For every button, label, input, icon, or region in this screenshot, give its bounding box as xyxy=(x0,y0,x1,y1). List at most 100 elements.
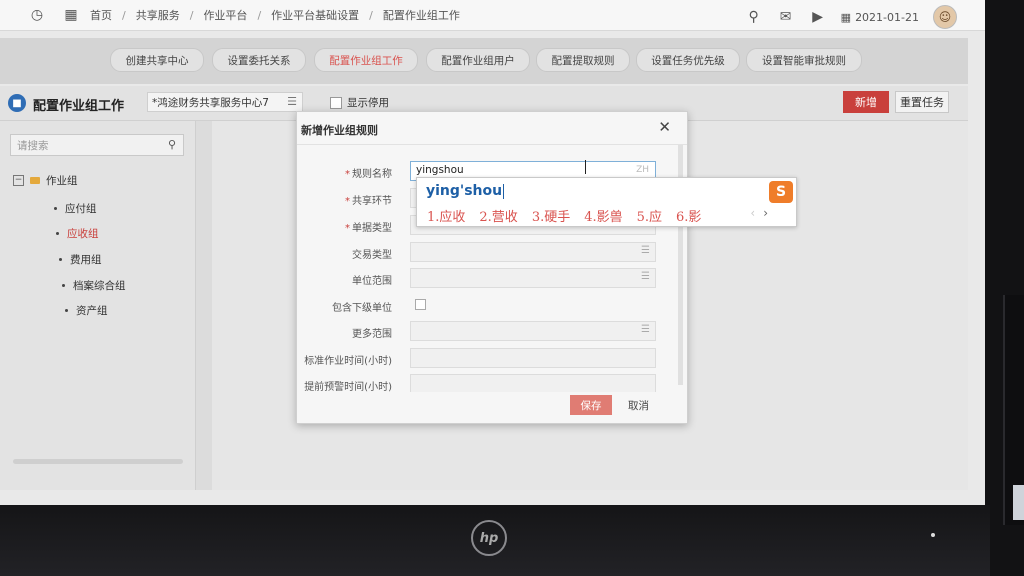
sidebar-search-input[interactable]: 请搜索 ⚲ xyxy=(10,134,184,156)
sidebar: 请搜索 ⚲ − 作业组 应付组 应收组 费用组 档案综合组 资产组 xyxy=(0,121,196,490)
page-icon: ■ xyxy=(8,94,26,112)
include-sub-checkbox[interactable] xyxy=(415,299,426,310)
tab-configure-work[interactable]: 配置作业组工作 xyxy=(314,48,418,72)
breadcrumb-current: 配置作业组工作 xyxy=(382,9,460,22)
tree-item[interactable]: 档案综合组 xyxy=(62,278,126,293)
play-icon[interactable]: ▶ xyxy=(809,8,827,26)
ime-prev-icon[interactable]: ‹ xyxy=(750,206,755,220)
form-row-more-range: 更多范围 ☰ xyxy=(297,321,677,343)
message-icon[interactable]: ✉ xyxy=(777,8,795,26)
dialog-footer: 保存 取消 xyxy=(297,392,687,422)
second-monitor xyxy=(1003,295,1024,525)
tree-item[interactable]: 资产组 xyxy=(65,303,108,318)
new-button[interactable]: 新增 xyxy=(843,91,889,113)
close-icon[interactable]: ✕ xyxy=(658,118,671,136)
text-cursor xyxy=(585,160,586,174)
new-rule-dialog: 新增作业组规则 ✕ *规则名称 yingshou ZH *共享环节 ☰ *单据类… xyxy=(296,111,688,424)
org-range-select[interactable]: ☰ xyxy=(410,268,656,288)
tab-delegation[interactable]: 设置委托关系 xyxy=(212,48,306,72)
folder-icon xyxy=(30,177,40,184)
form-row-include-sub: 包含下级单位 xyxy=(297,295,677,317)
app-grid-icon[interactable]: ▦ xyxy=(62,6,80,24)
search-icon[interactable]: ⚲ xyxy=(168,138,176,151)
collapse-icon[interactable]: − xyxy=(13,175,24,186)
form-row-org-range: 单位范围 ☰ xyxy=(297,268,677,290)
ime-page-nav: ‹ › xyxy=(750,206,768,220)
center-select-value: *鸿途财务共享服务中心7 xyxy=(152,97,269,109)
warning-time-input[interactable] xyxy=(410,374,656,392)
list-icon[interactable]: ☰ xyxy=(641,245,650,256)
ime-composition: ying'shou xyxy=(426,183,505,199)
date-display: ▦ 2021-01-21 xyxy=(841,11,919,24)
ime-candidate[interactable]: 5.应 xyxy=(637,206,662,225)
show-disabled-toggle[interactable]: 显示停用 xyxy=(330,95,389,110)
form-label-text: 单据类型 xyxy=(352,223,392,234)
dialog-header: 新增作业组规则 ✕ xyxy=(297,112,687,145)
ime-candidate[interactable]: 4.影兽 xyxy=(584,206,622,225)
cancel-button[interactable]: 取消 xyxy=(628,398,649,413)
trade-type-select[interactable]: ☰ xyxy=(410,242,656,262)
ime-candidate[interactable]: 1.应收 xyxy=(427,206,465,225)
form-label-text: 包含下级单位 xyxy=(332,303,392,314)
breadcrumb-basic-settings[interactable]: 作业平台基础设置 xyxy=(271,7,359,23)
bullet-icon xyxy=(62,284,65,287)
bullet-icon xyxy=(65,309,68,312)
tab-configure-users[interactable]: 配置作业组用户 xyxy=(426,48,530,72)
dialog-title: 新增作业组规则 xyxy=(301,124,378,137)
avatar[interactable]: ☺ xyxy=(933,5,957,29)
tree-item[interactable]: 费用组 xyxy=(59,252,102,267)
search-icon[interactable]: ⚲ xyxy=(745,8,763,26)
tree-root[interactable]: − 作业组 xyxy=(13,173,78,188)
ime-candidate[interactable]: 2.营收 xyxy=(479,206,517,225)
breadcrumb-separator: / xyxy=(189,8,194,22)
tab-extract-rules[interactable]: 配置提取规则 xyxy=(536,48,630,72)
list-icon[interactable]: ☰ xyxy=(641,324,650,335)
top-bar: ◷ ▦ 首页 / 共享服务 / 作业平台 / 作业平台基础设置 / 配置作业组工作 ⚲ … xyxy=(0,0,985,31)
sidebar-scrollbar[interactable] xyxy=(13,459,183,464)
bullet-icon xyxy=(59,258,62,261)
tab-task-priority[interactable]: 设置任务优先级 xyxy=(636,48,740,72)
second-monitor-screen xyxy=(1013,485,1024,520)
tree-item[interactable]: 应收组 xyxy=(56,226,99,241)
tree-item-label: 档案综合组 xyxy=(73,280,126,292)
breadcrumb-separator: / xyxy=(369,8,373,22)
form-label-text: 标准作业时间(小时) xyxy=(304,356,392,367)
show-disabled-checkbox[interactable] xyxy=(330,96,342,109)
list-icon[interactable]: ☰ xyxy=(641,271,650,282)
bullet-icon xyxy=(54,207,57,210)
tree-item[interactable]: 应付组 xyxy=(54,201,97,216)
required-mark: * xyxy=(345,196,350,207)
bullet-icon xyxy=(56,232,59,235)
tree-item-label: 应收组 xyxy=(67,228,99,240)
ime-candidate[interactable]: 3.硬手 xyxy=(532,206,570,225)
ime-candidate[interactable]: 6.影 xyxy=(676,206,701,225)
tree-root-label: 作业组 xyxy=(46,175,78,187)
breadcrumb-separator: / xyxy=(122,8,126,22)
top-right-tools: ⚲ ✉ ▶ ▦ 2021-01-21 ☺ xyxy=(745,5,957,29)
required-mark: * xyxy=(345,169,350,180)
center-select[interactable]: *鸿途财务共享服务中心7 ☰ xyxy=(147,92,303,112)
more-range-select[interactable]: ☰ xyxy=(410,321,656,341)
sogou-logo-icon: S xyxy=(769,181,793,203)
splitter[interactable] xyxy=(196,121,212,490)
form-row-trade-type: 交易类型 ☰ xyxy=(297,242,677,264)
standard-time-input[interactable] xyxy=(410,348,656,368)
sidebar-search-placeholder: 请搜索 xyxy=(17,140,49,152)
form-label: * 共享环节 xyxy=(345,192,392,207)
tab-smart-approval[interactable]: 设置智能审批规则 xyxy=(746,48,862,72)
page-title: 配置作业组工作 xyxy=(33,99,125,114)
breadcrumb-separator: / xyxy=(257,8,262,22)
breadcrumb-home[interactable]: 首页 xyxy=(90,7,112,23)
save-button[interactable]: 保存 xyxy=(570,395,612,415)
breadcrumb-platform[interactable]: 作业平台 xyxy=(203,7,247,23)
breadcrumb-shared-service[interactable]: 共享服务 xyxy=(136,7,180,23)
ime-next-icon[interactable]: › xyxy=(763,206,768,220)
monitor-screen: ◷ ▦ 首页 / 共享服务 / 作业平台 / 作业平台基础设置 / 配置作业组工作 ⚲ … xyxy=(0,0,985,505)
list-icon[interactable]: ☰ xyxy=(287,95,297,108)
tab-create-center[interactable]: 创建共享中心 xyxy=(110,48,204,72)
form-label: * 规则名称 xyxy=(345,165,392,180)
reset-task-button[interactable]: 重置任务 xyxy=(895,91,949,113)
history-icon[interactable]: ◷ xyxy=(28,6,46,24)
power-led-icon xyxy=(931,533,935,537)
required-mark: * xyxy=(345,223,350,234)
